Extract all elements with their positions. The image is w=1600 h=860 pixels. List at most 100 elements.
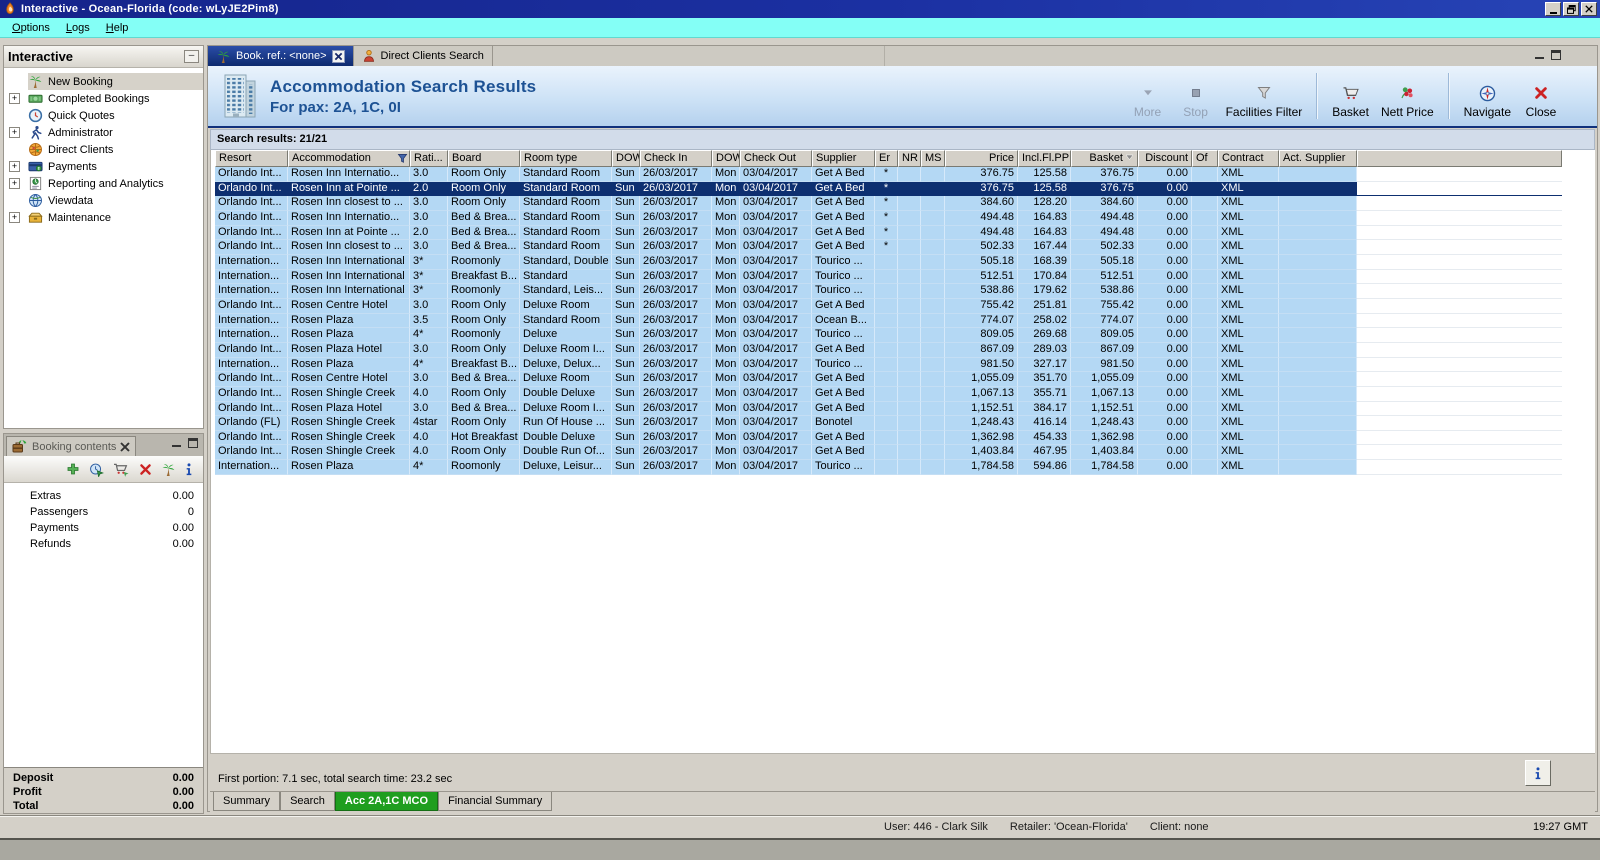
- more-button[interactable]: More: [1130, 83, 1166, 119]
- info-button[interactable]: [185, 462, 193, 476]
- table-row[interactable]: Internation... Rosen Plaza 4* Breakfast B..…: [215, 357, 1595, 373]
- table-row[interactable]: Orlando Int... Rosen Plaza Hotel 3.0 Bed & …: [215, 401, 1595, 417]
- sidebar-item-reporting-and-analytics[interactable]: + Reporting and Analytics: [4, 175, 203, 192]
- close-tab-icon[interactable]: [331, 49, 345, 63]
- column-header-price[interactable]: Price: [945, 150, 1018, 167]
- navigate-button[interactable]: Navigate: [1464, 83, 1511, 119]
- column-header-label: DOW: [616, 152, 639, 164]
- column-header-nr[interactable]: NR: [898, 150, 921, 167]
- close-button[interactable]: Close: [1523, 83, 1559, 119]
- table-row[interactable]: Internation... Rosen Plaza 4* Roomonly Delux…: [215, 328, 1595, 343]
- tab-book-ref-none[interactable]: Book. ref.: <none>: [208, 46, 354, 66]
- table-cell-filler: [1357, 430, 1562, 446]
- column-header-basket[interactable]: Basket: [1071, 150, 1138, 167]
- nett-price-button[interactable]: Nett Price: [1381, 83, 1434, 119]
- column-header-er[interactable]: Er: [875, 150, 898, 167]
- minimize-icon[interactable]: [1545, 2, 1561, 16]
- sidebar-item-administrator[interactable]: + Administrator: [4, 124, 203, 141]
- table-row[interactable]: Internation... Rosen Inn International 3* B…: [215, 269, 1595, 285]
- column-header-room-type[interactable]: Room type: [520, 150, 612, 167]
- table-cell: 3*: [410, 254, 448, 270]
- collapse-panel-icon[interactable]: –: [184, 50, 199, 63]
- column-header-resort[interactable]: Resort: [215, 150, 288, 167]
- column-header-ms[interactable]: MS: [921, 150, 945, 167]
- sidebar-item-payments[interactable]: + Payments: [4, 158, 203, 175]
- table-row[interactable]: Internation... Rosen Plaza 3.5 Room Only Sta…: [215, 313, 1595, 329]
- panel-minimize-icon[interactable]: [1535, 51, 1544, 59]
- table-row[interactable]: Orlando Int... Rosen Centre Hotel 3.0 Room …: [215, 298, 1595, 314]
- bottom-tab-summary[interactable]: Summary: [213, 792, 281, 811]
- expand-toggle-icon[interactable]: +: [9, 212, 20, 223]
- tab-direct-clients-search[interactable]: Direct Clients Search: [353, 46, 493, 66]
- column-header-rati[interactable]: Rati...: [410, 150, 448, 167]
- table-cell: [921, 430, 945, 446]
- table-row[interactable]: Internation... Rosen Inn International 3* R…: [215, 284, 1595, 299]
- info-button[interactable]: [1525, 760, 1551, 786]
- table-row[interactable]: Orlando Int... Rosen Inn closest to ... 3.…: [215, 240, 1595, 255]
- table-row[interactable]: Orlando Int... Rosen Centre Hotel 3.0 Bed &…: [215, 372, 1595, 387]
- column-header-dow[interactable]: DOW: [612, 150, 640, 167]
- table-row[interactable]: Orlando Int... Rosen Inn Internatio... 3.0…: [215, 210, 1595, 226]
- table-cell: 125.58: [1018, 167, 1071, 182]
- expand-toggle-icon[interactable]: +: [9, 161, 20, 172]
- table-cell: [921, 298, 945, 314]
- column-header-dow[interactable]: DOW: [712, 150, 740, 167]
- table-cell: Rosen Inn International: [288, 269, 410, 285]
- expand-toggle-icon[interactable]: +: [9, 93, 20, 104]
- palm-button[interactable]: [161, 462, 176, 477]
- facilities-filter-button[interactable]: Facilities Filter: [1226, 83, 1302, 119]
- column-header-check-in[interactable]: Check In: [640, 150, 712, 167]
- table-row[interactable]: Orlando Int... Rosen Inn at Pointe ... 2.0…: [215, 225, 1595, 241]
- add-button[interactable]: [66, 462, 80, 476]
- column-header-supplier[interactable]: Supplier: [812, 150, 875, 167]
- panel-maximize-icon[interactable]: [1551, 50, 1561, 60]
- table-row[interactable]: Internation... Rosen Plaza 4* Roomonly Delux…: [215, 460, 1595, 475]
- column-header-incl-fl-pp[interactable]: Incl.Fl.PP: [1018, 150, 1071, 167]
- table-row[interactable]: Orlando Int... Rosen Shingle Creek 4.0 Room…: [215, 445, 1595, 461]
- table-row[interactable]: Internation... Rosen Inn International 3* R…: [215, 254, 1595, 270]
- table-cell: XML: [1218, 372, 1279, 387]
- quote-button[interactable]: [89, 462, 104, 477]
- remove-button[interactable]: [139, 463, 152, 476]
- restore-icon[interactable]: [1563, 2, 1579, 16]
- sidebar-item-completed-bookings[interactable]: + Completed Bookings: [4, 90, 203, 107]
- table-row[interactable]: Orlando Int... Rosen Shingle Creek 4.0 Hot …: [215, 430, 1595, 446]
- sidebar-item-viewdata[interactable]: Viewdata: [4, 192, 203, 209]
- menu-help[interactable]: Help: [98, 20, 137, 36]
- close-icon[interactable]: [1581, 2, 1597, 16]
- table-row[interactable]: Orlando (FL) Rosen Shingle Creek 4star Room…: [215, 416, 1595, 431]
- close-icon[interactable]: [120, 441, 131, 452]
- column-header-of[interactable]: Of: [1192, 150, 1218, 167]
- bottom-tab-search[interactable]: Search: [280, 792, 335, 811]
- column-header-check-out[interactable]: Check Out: [740, 150, 812, 167]
- expand-toggle-icon[interactable]: +: [9, 127, 20, 138]
- column-header-contract[interactable]: Contract: [1218, 150, 1279, 167]
- sidebar-item-direct-clients[interactable]: Direct Clients: [4, 141, 203, 158]
- bottom-tab-acc-2a-1c-mco[interactable]: Acc 2A,1C MCO: [334, 792, 439, 811]
- basket-button[interactable]: Basket: [1332, 83, 1369, 119]
- expand-toggle-icon[interactable]: +: [9, 178, 20, 189]
- bottom-tab-financial-summary[interactable]: Financial Summary: [438, 792, 553, 811]
- table-cell: 03/04/2017: [740, 240, 812, 255]
- column-header-board[interactable]: Board: [448, 150, 520, 167]
- sidebar-item-maintenance[interactable]: + Maintenance: [4, 209, 203, 226]
- sidebar-item-new-booking[interactable]: New Booking: [4, 73, 203, 90]
- table-row[interactable]: Orlando Int... Rosen Shingle Creek 4.0 Room…: [215, 386, 1595, 402]
- tab-booking-contents[interactable]: Booking contents: [6, 436, 137, 456]
- column-header-act-supplier[interactable]: Act. Supplier: [1279, 150, 1357, 167]
- table-cell: 376.75: [1071, 167, 1138, 182]
- cartadd-button[interactable]: [113, 462, 130, 477]
- table-cell: 03/04/2017: [740, 460, 812, 475]
- panel-minimize-icon[interactable]: [172, 439, 181, 447]
- table-row[interactable]: Orlando Int... Rosen Inn closest to ... 3.…: [215, 196, 1595, 211]
- menu-options[interactable]: Options: [4, 20, 58, 36]
- table-row[interactable]: Orlando Int... Rosen Inn at Pointe ... 2.0…: [215, 181, 1595, 197]
- panel-maximize-icon[interactable]: [188, 438, 198, 448]
- table-row[interactable]: Orlando Int... Rosen Plaza Hotel 3.0 Room O…: [215, 342, 1595, 358]
- table-row[interactable]: Orlando Int... Rosen Inn Internatio... 3.0…: [215, 167, 1595, 182]
- column-header-discount[interactable]: Discount: [1138, 150, 1192, 167]
- stop-button[interactable]: Stop: [1178, 83, 1214, 119]
- column-header-accommodation[interactable]: Accommodation: [288, 150, 410, 167]
- menu-logs[interactable]: Logs: [58, 20, 98, 36]
- sidebar-item-quick-quotes[interactable]: Quick Quotes: [4, 107, 203, 124]
